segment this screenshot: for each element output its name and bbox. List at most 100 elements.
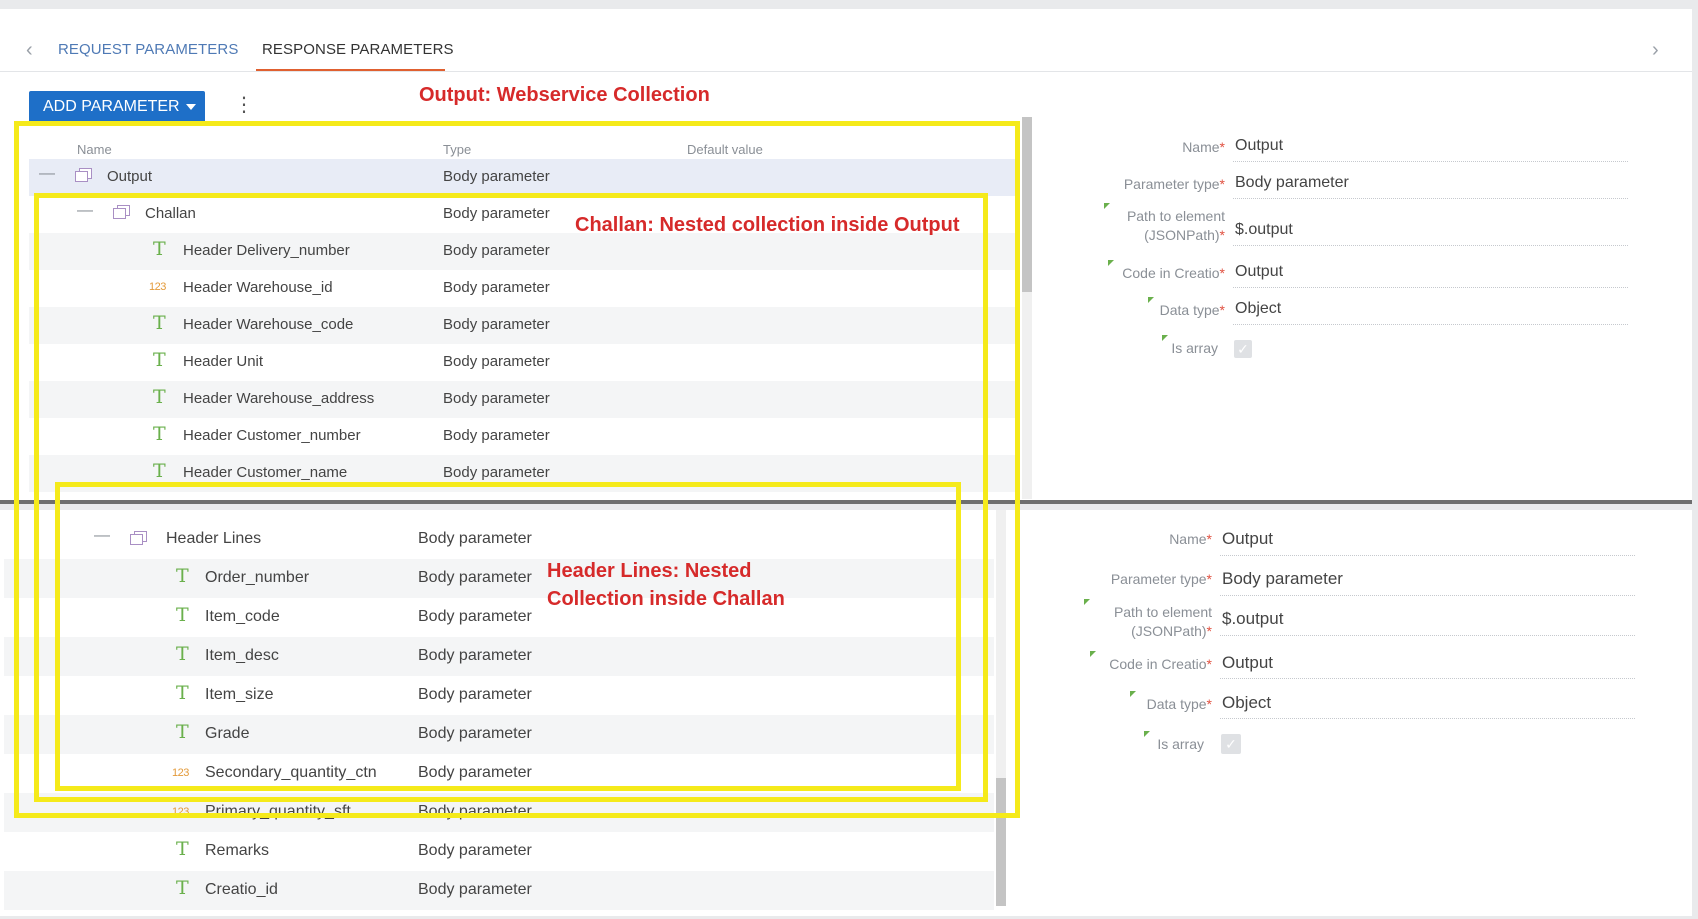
table-row[interactable]: T Item_code Body parameter: [4, 598, 994, 637]
tab-request-parameters[interactable]: REQUEST PARAMETERS: [58, 41, 238, 58]
row-name: Secondary_quantity_ctn: [205, 764, 377, 781]
row-name: Header Unit: [183, 353, 264, 370]
row-type: Body parameter: [443, 205, 550, 222]
bottom-panel: — Header Lines Body parameter T Order_nu…: [0, 510, 1692, 916]
table-row[interactable]: T Header Customer_number Body parameter: [29, 418, 1016, 455]
is-array-checkbox[interactable]: ✓: [1234, 340, 1252, 358]
annotation-output: Output: Webservice Collection: [419, 84, 710, 106]
path-to-element-value[interactable]: $.output: [1235, 221, 1293, 239]
data-type-field-line: [1220, 718, 1635, 719]
text-type-icon: T: [153, 238, 166, 260]
name-value[interactable]: Output: [1222, 529, 1273, 549]
row-type: Body parameter: [443, 353, 550, 370]
row-name: Creatio_id: [205, 881, 278, 898]
number-type-icon: 123: [172, 767, 189, 779]
row-type: Body parameter: [418, 881, 532, 898]
row-name: Header Customer_name: [183, 464, 348, 481]
collapse-icon[interactable]: —: [94, 527, 110, 545]
path-to-element-value[interactable]: $.output: [1222, 609, 1283, 629]
object-icon: [75, 168, 92, 182]
table-row[interactable]: 123 Primary_quantity_sft Body parameter: [4, 793, 994, 832]
table-row[interactable]: T Order_number Body parameter: [4, 559, 994, 598]
row-name: Header Warehouse_code: [183, 316, 354, 333]
scrollbar-thumb[interactable]: [996, 778, 1006, 906]
text-type-icon: T: [153, 423, 166, 445]
text-type-icon: T: [176, 643, 189, 665]
annotation-challan: Challan: Nested collection inside Output: [575, 214, 960, 236]
text-type-icon: T: [153, 312, 166, 334]
more-options-icon[interactable]: ⋮: [234, 95, 254, 115]
table-row[interactable]: T Header Unit Body parameter: [29, 344, 1016, 381]
column-header-name[interactable]: Name: [77, 142, 112, 157]
row-type: Body parameter: [443, 316, 550, 333]
text-type-icon: T: [153, 349, 166, 371]
object-icon: [130, 531, 147, 545]
table-row[interactable]: 123 Secondary_quantity_ctn Body paramete…: [4, 754, 994, 793]
name-field-line: [1233, 161, 1628, 162]
chevron-right-icon[interactable]: ›: [1652, 39, 1659, 62]
collapse-icon[interactable]: —: [39, 165, 55, 183]
data-type-field-line: [1233, 324, 1628, 325]
table-row[interactable]: — Output Body parameter: [29, 159, 1016, 196]
parameter-type-label: Parameter type*: [1123, 176, 1225, 192]
column-header-type[interactable]: Type: [443, 142, 471, 157]
table-row[interactable]: T Header Warehouse_address Body paramete…: [29, 381, 1016, 418]
data-type-value[interactable]: Object: [1235, 300, 1281, 318]
row-type: Body parameter: [443, 464, 550, 481]
add-parameter-button[interactable]: ADD PARAMETER: [29, 91, 205, 123]
parameter-type-field-line: [1220, 595, 1635, 596]
row-type: Body parameter: [418, 764, 532, 781]
table-row[interactable]: T Item_size Body parameter: [4, 676, 994, 715]
code-field-line: [1233, 287, 1628, 288]
row-name: Primary_quantity_sft: [205, 803, 351, 820]
path-to-element-label: Path to element (JSONPath)*: [1070, 599, 1212, 641]
data-type-value[interactable]: Object: [1222, 693, 1271, 713]
row-type: Body parameter: [418, 842, 532, 859]
number-type-icon: 123: [149, 281, 166, 293]
tab-bar: ‹ REQUEST PARAMETERS RESPONSE PARAMETERS…: [0, 29, 1692, 72]
table-row[interactable]: — Header Lines Body parameter: [4, 520, 994, 559]
code-in-creatio-value[interactable]: Output: [1235, 263, 1283, 281]
table-row[interactable]: T Grade Body parameter: [4, 715, 994, 754]
data-type-label: Data type*: [1070, 691, 1212, 714]
row-type: Body parameter: [443, 427, 550, 444]
parameter-type-value[interactable]: Body parameter: [1222, 569, 1343, 589]
table-row[interactable]: T Remarks Body parameter: [4, 832, 994, 871]
table-row[interactable]: T Item_desc Body parameter: [4, 637, 994, 676]
collapse-icon[interactable]: —: [77, 202, 93, 220]
row-type: Body parameter: [418, 608, 532, 625]
name-value[interactable]: Output: [1235, 137, 1283, 155]
row-type: Body parameter: [418, 569, 532, 586]
row-type: Body parameter: [443, 390, 550, 407]
is-array-checkbox[interactable]: ✓: [1221, 734, 1241, 754]
text-type-icon: T: [176, 838, 189, 860]
parameter-type-field-line: [1233, 198, 1628, 199]
code-in-creatio-value[interactable]: Output: [1222, 653, 1273, 673]
row-type: Body parameter: [443, 168, 550, 185]
name-label: Name*: [1182, 139, 1225, 155]
text-type-icon: T: [176, 604, 189, 626]
tab-response-parameters[interactable]: RESPONSE PARAMETERS: [262, 41, 454, 58]
row-name: Header Warehouse_id: [183, 279, 333, 296]
path-to-element-label: Path to element (JSONPath)*: [1090, 203, 1225, 245]
table-row[interactable]: T Creatio_id Body parameter: [4, 871, 994, 910]
parameter-type-label: Parameter type*: [1110, 571, 1212, 587]
table-row[interactable]: T Header Warehouse_code Body parameter: [29, 307, 1016, 344]
table-row[interactable]: T Header Customer_name Body parameter: [29, 455, 1016, 492]
code-in-creatio-label: Code in Creatio*: [1070, 651, 1212, 674]
row-name: Header Customer_number: [183, 427, 361, 444]
row-name: Item_size: [205, 686, 274, 703]
row-name: Header Lines: [166, 530, 262, 547]
chevron-left-icon[interactable]: ‹: [26, 39, 33, 62]
parameter-type-value[interactable]: Body parameter: [1235, 174, 1349, 192]
row-name: Grade: [205, 725, 250, 742]
row-type: Body parameter: [443, 242, 550, 259]
annotation-header-lines: Header Lines: Nested Collection inside Ch…: [547, 560, 785, 610]
caret-down-icon: [185, 103, 196, 110]
column-header-default-value[interactable]: Default value: [687, 142, 763, 157]
add-parameter-label: ADD PARAMETER: [43, 98, 180, 115]
table-row[interactable]: 123 Header Warehouse_id Body parameter: [29, 270, 1016, 307]
is-array-label: Is array: [1070, 731, 1204, 754]
data-type-label: Data type*: [1090, 297, 1225, 320]
scrollbar-thumb[interactable]: [1022, 117, 1032, 292]
